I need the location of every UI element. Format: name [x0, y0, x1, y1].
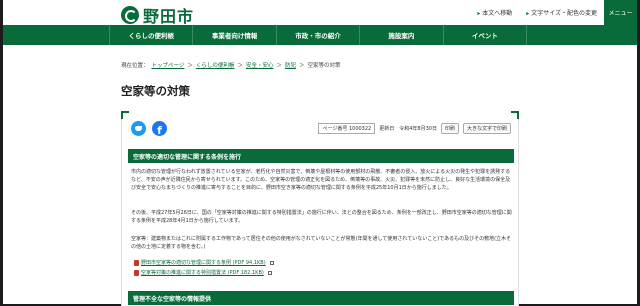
nav-item-facilities[interactable]: 施設案内 [359, 25, 442, 45]
breadcrumb-living[interactable]: くらしの便利帳 [196, 61, 235, 69]
body-paragraph: 市内の適切な管理が行なわれず放置されている空家が、老朽化や自然災害で、倒壊や屋根… [131, 169, 511, 192]
link-label: 空家等対策の推進に関する特別措置法 (PDF 182.1KB) [141, 270, 264, 276]
text-size-color-link[interactable]: 文字サイズ・配色の変更 [526, 8, 597, 17]
external-link-icon [269, 260, 274, 265]
utility-links: 本文へ移動 文字サイズ・配色の変更 [477, 8, 597, 17]
breadcrumb-crime-prevention[interactable]: 防犯 [285, 61, 296, 69]
pdf-icon [134, 259, 139, 266]
nav-item-business[interactable]: 事業者向け情報 [192, 25, 275, 45]
content-card: f ページ番号 1000322 更新日 令和4年8月30日 印刷 大きな文字で印… [121, 111, 519, 306]
nav-item-living[interactable]: くらしの便利帳 [109, 25, 192, 45]
city-emblem-icon [121, 6, 139, 24]
nav-item-events[interactable]: イベント [442, 25, 528, 45]
print-button[interactable]: 印刷 [440, 123, 459, 134]
breadcrumb-safety[interactable]: 安全・安心 [246, 61, 274, 69]
corner-decoration [511, 111, 519, 119]
global-nav: くらしの便利帳 事業者向け情報 市政・市の紹介 施設案内 イベント [3, 25, 637, 45]
twitter-icon[interactable] [131, 121, 146, 136]
breadcrumb-home[interactable]: トップページ [152, 61, 185, 69]
corner-decoration [121, 111, 129, 119]
link-label: 野田市空家等の適切な管理に関する条例 (PDF 94.1KB) [141, 260, 266, 266]
page-meta: ページ番号 1000322 更新日 令和4年8月30日 印刷 大きな文字で印刷 [318, 123, 511, 134]
page-title: 空家等の対策 [121, 84, 190, 98]
skip-to-content-link[interactable]: 本文へ移動 [477, 8, 512, 17]
breadcrumb-prefix: 現在位置： [121, 63, 149, 69]
external-link-icon [267, 270, 272, 275]
updated-date: 更新日 令和4年8月30日 [379, 126, 437, 132]
logo-text: 野田市 [143, 7, 195, 26]
section-heading: 管理不全な空家等の情報提供 [128, 291, 514, 305]
pdf-icon [134, 269, 139, 276]
body-paragraph: その後、平成27年5月26日に、国の「空家等対策の推進に関する特別措置法」の施行… [131, 210, 512, 225]
site-header: 野田市 本文へ移動 文字サイズ・配色の変更 メニュー [3, 0, 637, 27]
site-logo[interactable]: 野田市 [121, 3, 194, 27]
share-buttons: f [131, 121, 167, 136]
page-id: ページ番号 1000322 [318, 123, 376, 134]
large-print-button[interactable]: 大きな文字で印刷 [462, 123, 511, 134]
breadcrumb-current: 空家等の対策 [307, 63, 341, 69]
body-paragraph: 空家等：建築物またはこれに附属する工作物であって居住その他の使用がなされていない… [131, 236, 512, 251]
facebook-icon[interactable]: f [152, 121, 167, 136]
menu-button[interactable]: メニュー [604, 0, 637, 25]
special-measures-pdf-link[interactable]: 空家等対策の推進に関する特別措置法 (PDF 182.1KB) [134, 269, 272, 276]
nav-item-city-government[interactable]: 市政・市の紹介 [275, 25, 359, 45]
ordinance-pdf-link[interactable]: 野田市空家等の適切な管理に関する条例 (PDF 94.1KB) [134, 259, 274, 266]
section-heading: 空家等の適切な管理に関する条例を施行 [128, 149, 514, 163]
breadcrumb: 現在位置： トップページ＞ くらしの便利帳＞ 安全・安心＞ 防犯＞ 空家等の対策 [121, 61, 341, 69]
